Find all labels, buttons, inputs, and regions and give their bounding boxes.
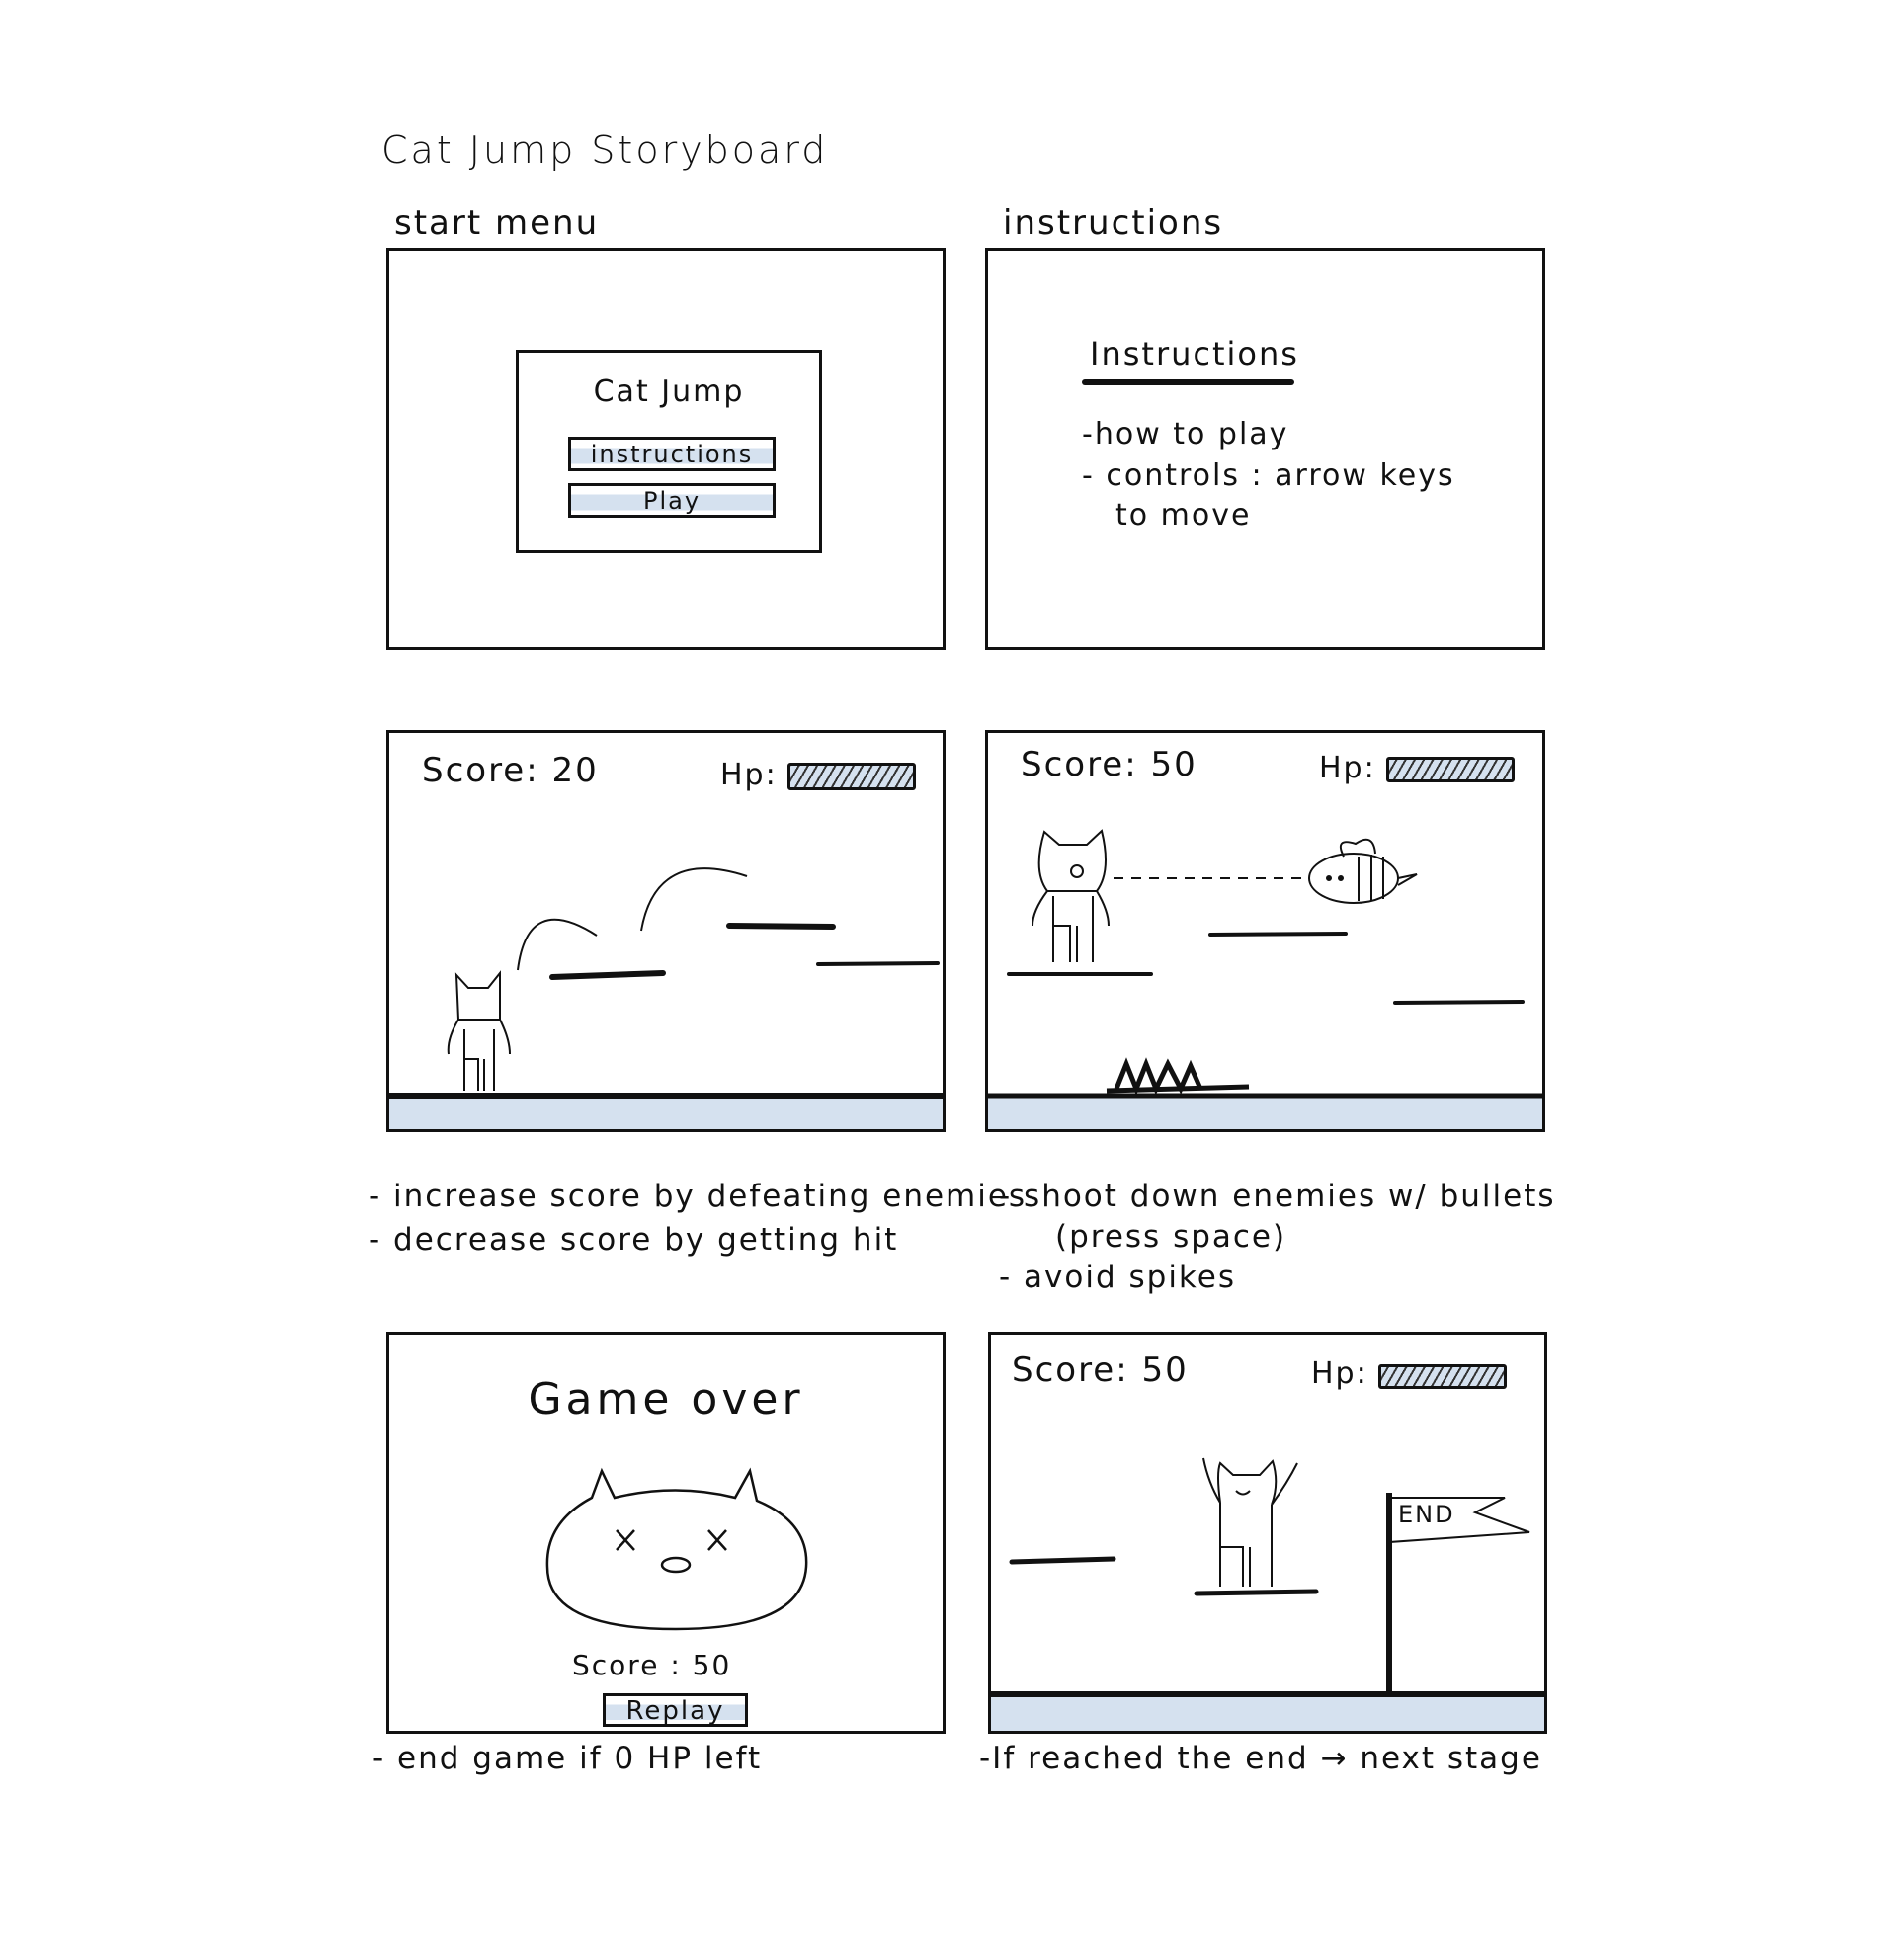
next-stage-panel: Score: 50 Hp: END: [988, 1332, 1547, 1734]
final-score-text: Score : 50: [572, 1649, 732, 1681]
panel-label-start-menu: start menu: [394, 204, 600, 243]
caption: (press space): [1055, 1219, 1287, 1255]
spikes-icon: [1106, 1057, 1250, 1096]
game-title: Cat Jump: [593, 374, 745, 409]
cat-icon: [1032, 829, 1110, 962]
happy-cat-icon: [1202, 1457, 1298, 1587]
dead-cat-face-icon: [545, 1467, 808, 1631]
instructions-panel: Instructions -how to play - controls : a…: [985, 248, 1545, 650]
caption: -If reached the end → next stage: [979, 1741, 1542, 1776]
storyboard-title: Cat Jump Storyboard: [381, 128, 829, 172]
game-over-panel: Game over Score : 50 Replay: [386, 1332, 946, 1734]
jump-arrow: [640, 867, 748, 932]
play-button[interactable]: Play: [568, 483, 776, 518]
next-stage-drawing: [991, 1457, 1544, 1697]
cat-icon: [447, 970, 511, 1091]
platform: [1393, 1000, 1525, 1005]
instructions-button[interactable]: instructions: [568, 437, 776, 471]
caption: - shoot down enemies w/ bullets: [999, 1179, 1556, 1214]
flag-text: END: [1398, 1501, 1455, 1528]
instructions-heading: Instructions: [1090, 335, 1299, 372]
caption: - decrease score by getting hit: [369, 1222, 899, 1258]
platform: [726, 923, 836, 930]
platform: [816, 961, 940, 966]
caption: - avoid spikes: [999, 1260, 1237, 1295]
instruction-line: to move: [1115, 498, 1252, 532]
jump-arrow: [517, 918, 598, 971]
instruction-line: -how to play: [1082, 417, 1289, 451]
panel-label-instructions: instructions: [1003, 204, 1224, 243]
platform: [1009, 1556, 1116, 1565]
menu-box: Cat Jump instructions Play: [516, 350, 822, 553]
heading-underline: [1082, 379, 1294, 385]
gameplay-panel-2: Score: 50 Hp:: [985, 730, 1545, 1132]
replay-button[interactable]: Replay: [603, 1693, 748, 1727]
bee-enemy-icon: [1308, 838, 1418, 904]
instruction-line: - controls : arrow keys: [1082, 458, 1455, 493]
gameplay-panel-1: Score: 20 Hp:: [386, 730, 946, 1132]
platform: [1208, 932, 1348, 937]
caption: - increase score by defeating enemies: [369, 1179, 1028, 1214]
platform: [1194, 1589, 1319, 1596]
platform: [549, 970, 666, 980]
gameplay-2-drawing: [988, 829, 1542, 1099]
start-menu-panel: Cat Jump instructions Play: [386, 248, 946, 650]
gameplay-1-drawing: [389, 867, 943, 1099]
caption: - end game if 0 HP left: [372, 1741, 763, 1776]
